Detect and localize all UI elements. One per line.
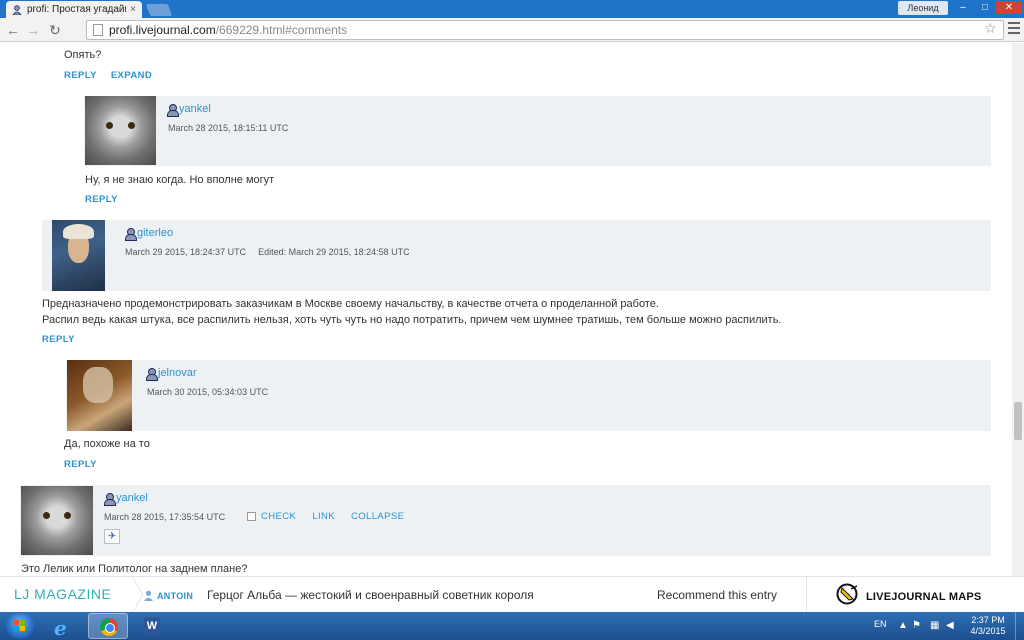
maximize-icon[interactable]: □ [974,1,996,14]
comment-actions: REPLY EXPAND [64,70,166,81]
user-icon [167,103,179,117]
page-scrollbar[interactable] [1012,43,1024,576]
volume-icon[interactable]: ◀ [946,620,954,631]
lj-separator [118,577,132,613]
link-button[interactable]: LINK [312,511,335,522]
check-checkbox[interactable] [247,512,256,521]
comment-edited: Edited: March 29 2015, 18:24:58 UTC [258,247,410,257]
tray-expand-icon[interactable]: ▲ [898,620,908,631]
avatar[interactable] [85,96,156,165]
system-clock[interactable]: 2:37 PM 4/3/2015 [966,615,1010,637]
pin-icon[interactable]: ✈ [104,529,120,544]
minimize-icon[interactable]: – [952,1,974,14]
reply-button[interactable]: REPLY [85,194,118,205]
comment-inline-actions: CHECK LINK COLLAPSE [247,511,420,522]
avatar[interactable] [52,220,105,291]
page-content: Опять? REPLY EXPAND yankel March 28 2015,… [0,43,1012,576]
chrome-icon [100,618,118,636]
show-desktop-button[interactable] [1015,612,1024,640]
user-icon [125,227,137,241]
url-host: profi.livejournal.com [109,23,216,37]
menu-icon[interactable] [1008,22,1020,36]
tab-close-icon[interactable]: × [130,4,136,15]
taskbar-chrome-button[interactable] [88,613,128,639]
avatar[interactable] [21,486,93,555]
expand-button[interactable]: EXPAND [111,70,152,81]
browser-toolbar: ← → ↻ profi.livejournal.com/669229.html#… [0,18,1024,42]
windows-logo-icon [14,620,25,631]
internet-explorer-icon: e [54,616,67,640]
comment-date: March 30 2015, 05:34:03 UTC [147,387,269,397]
action-center-flag-icon[interactable]: ⚑ [912,620,921,631]
page-icon [93,24,103,36]
forward-icon[interactable]: → [24,21,42,39]
taskbar-ie-button[interactable]: e [44,613,84,640]
comment-date: March 29 2015, 18:24:37 UTC Edited: March… [125,247,410,257]
comment-username[interactable]: yankel [104,492,148,506]
reload-icon[interactable]: ↻ [46,21,64,39]
comment-text: Это Лелик или Политолог на заднем плане? [21,563,248,575]
comment-text: Ну, я не знаю когда. Но вполне могут [85,174,275,186]
address-bar[interactable]: profi.livejournal.com/669229.html#commen… [86,20,1004,40]
user-icon [104,492,116,506]
collapse-button[interactable]: COLLAPSE [351,511,404,522]
taskbar-word-button[interactable]: W [132,613,172,639]
new-tab-button[interactable] [145,4,173,16]
livejournal-maps-logo[interactable]: LIVEJOURNAL MAPS [866,591,981,603]
user-icon [146,367,158,381]
check-button[interactable]: CHECK [261,511,296,522]
url-path: /669229.html#comments [215,23,348,37]
comment-actions: REPLY [42,334,89,345]
livejournal-user-icon [12,4,22,15]
scrollbar-thumb[interactable] [1014,402,1022,440]
livejournal-logo-icon[interactable] [836,583,860,605]
lj-magazine-link[interactable]: LJ MAGAZINE [14,586,111,602]
language-indicator[interactable]: EN [874,619,887,629]
comment-text: Распил ведь какая штука, все распилить н… [42,314,782,326]
bookmark-star-icon[interactable]: ☆ [984,20,997,37]
comment-actions: REPLY [64,459,111,470]
reply-button[interactable]: REPLY [42,334,75,345]
browser-titlebar: profi: Простая угадайка × Леонид – □ ✕ [0,0,1024,18]
tab-title: profi: Простая угадайка [27,4,127,15]
windows-taskbar: e W EN ▲ ⚑ ▦ ◀ 2:37 PM 4/3/2015 [0,612,1024,640]
reply-button[interactable]: REPLY [64,70,97,81]
avatar[interactable] [67,360,132,431]
comment-username[interactable]: giterleo [125,227,173,241]
close-window-icon[interactable]: ✕ [996,1,1022,14]
comment-username[interactable]: yankel [167,103,211,117]
word-icon: W [144,617,160,635]
lj-bottom-bar: LJ MAGAZINE ANTOIN Герцог Альба — жесток… [0,576,1024,613]
clock-time: 2:37 PM [971,615,1005,625]
lj-bar-username[interactable]: ANTOIN [143,590,193,601]
recommend-entry-link[interactable]: Recommend this entry [657,588,777,602]
network-icon[interactable]: ▦ [930,620,939,631]
lj-divider [806,577,807,613]
profile-button[interactable]: Леонид [898,1,948,15]
comment-username[interactable]: jelnovar [146,367,197,381]
user-icon [144,590,153,601]
clock-date: 4/3/2015 [970,626,1006,636]
comment-text: Предназначено продемонстрировать заказчи… [42,298,659,310]
reply-button[interactable]: REPLY [64,459,97,470]
comment-text: Опять? [64,49,102,61]
back-icon[interactable]: ← [4,21,22,39]
comment-date: March 28 2015, 18:15:11 UTC [168,123,289,133]
comment-date: March 28 2015, 17:35:54 UTC [104,512,226,522]
lj-headline-link[interactable]: Герцог Альба — жестокий и своенравный со… [207,588,534,602]
comment-actions: REPLY [85,194,132,205]
start-button[interactable] [6,613,34,639]
browser-tab[interactable]: profi: Простая угадайка × [6,1,142,18]
comment-text: Да, похоже на то [64,438,150,450]
